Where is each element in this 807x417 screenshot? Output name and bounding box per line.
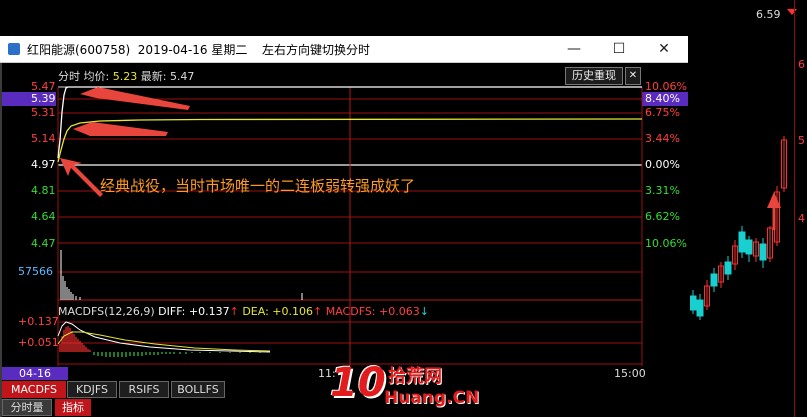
watermark-cn: 拾荒网: [388, 366, 442, 387]
macd-axis-top: +0.137: [18, 315, 59, 328]
macd-dea: DEA: +0.106: [242, 305, 313, 318]
macd-axis-mid: +0.051: [18, 336, 59, 349]
tab-rsifs[interactable]: RSIFS: [119, 381, 169, 398]
side-axis-digit-5: 5: [798, 134, 805, 147]
macd-bars-negative: [93, 352, 261, 357]
volume-bars: [60, 250, 303, 300]
tab-macdfs[interactable]: MACDFS: [2, 381, 66, 398]
macd-diff-arrow-icon: ↑: [229, 305, 239, 318]
macd-value-arrow-icon: ↓: [419, 305, 429, 318]
macd-header: MACDFS(12,26,9) DIFF: +0.137↑ DEA: +0.10…: [58, 305, 429, 318]
annotation-text: 经典战役，当时市场唯一的二连板弱转强成妖了: [100, 177, 416, 195]
tab-volume[interactable]: 分时量: [2, 399, 52, 416]
side-up-arrow-icon: [767, 192, 781, 230]
intraday-chart: [57, 86, 643, 366]
watermark-number: 10: [330, 360, 386, 406]
macd-dea-arrow-icon: ↑: [313, 305, 323, 318]
tab-indicator[interactable]: 指标: [55, 399, 91, 416]
watermark-logo: 10 拾荒网 Huang.CN: [330, 360, 479, 417]
macd-bars: [59, 326, 91, 352]
macd-diff: DIFF: +0.137: [158, 305, 230, 318]
side-kline-candles: [689, 136, 787, 320]
macd-title: MACDFS(12,26,9): [58, 305, 155, 318]
diff-line: [57, 321, 271, 353]
chart-grid: [57, 86, 643, 366]
macd-value: MACDFS: +0.063: [325, 305, 420, 318]
tab-bollfs[interactable]: BOLLFS: [171, 381, 225, 398]
side-kline-panel: 6.59 6 5 4: [688, 0, 807, 417]
tab-kdjfs[interactable]: KDJFS: [67, 381, 117, 398]
side-axis-line: [794, 0, 795, 417]
side-axis-digit-6: 6: [798, 58, 805, 71]
time-end: 15:00: [614, 367, 646, 380]
watermark-domain: Huang.CN: [384, 388, 480, 408]
side-axis-digit-4: 4: [798, 212, 805, 225]
time-start: 04-16 09:40: [2, 367, 68, 393]
